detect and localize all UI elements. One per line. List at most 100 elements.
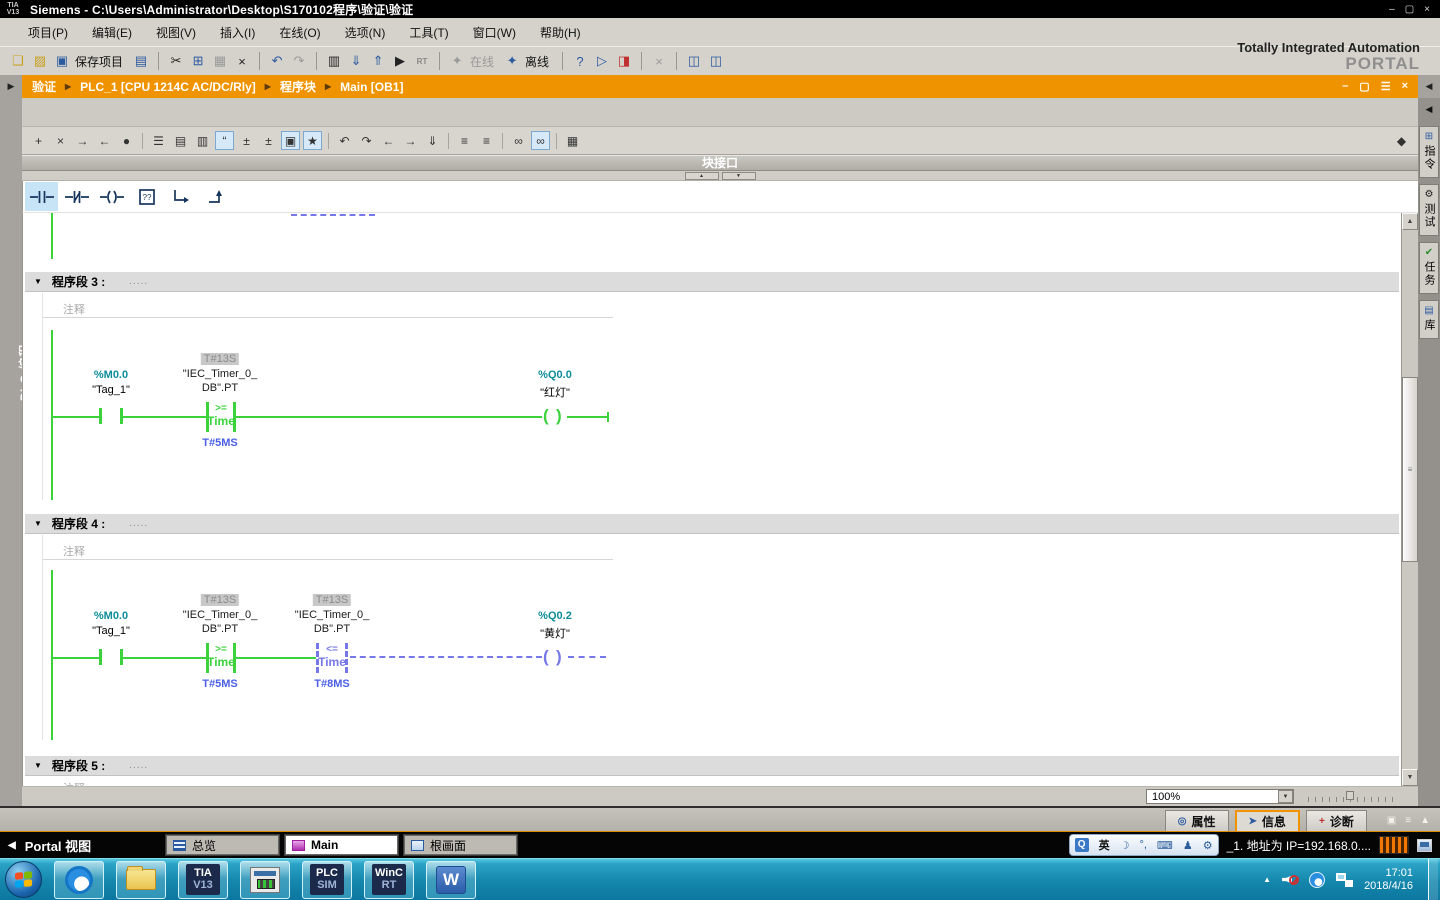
delete-row-icon[interactable]: ← — [95, 131, 114, 150]
redo-icon[interactable]: ↷ — [289, 51, 309, 71]
taskbar-plc-config[interactable] — [240, 861, 290, 899]
network-title-icon[interactable]: ▥ — [193, 131, 212, 150]
delete-icon[interactable]: × — [232, 51, 252, 71]
compare-value[interactable]: T#8MS — [314, 678, 349, 690]
menu-help[interactable]: 帮助(H) — [528, 21, 593, 44]
open-project-icon[interactable]: ▨ — [30, 51, 50, 71]
compare-value[interactable]: T#5MS — [202, 678, 237, 690]
ime-toolbar[interactable]: Q 英 ☽ °, ⌨ ♟ ⚙ — [1069, 834, 1219, 856]
menu-view[interactable]: 视图(V) — [144, 21, 208, 44]
accessible-devices-icon[interactable]: ? — [570, 51, 590, 71]
compare-operand-line1[interactable]: "IEC_Timer_0_ — [183, 609, 257, 621]
insert-row-icon[interactable]: → — [73, 131, 92, 150]
block-interface-header[interactable]: 块接口 — [22, 155, 1418, 171]
collapse-right-panel-icon[interactable]: ◀ — [1418, 75, 1440, 98]
close-branch-icon[interactable] — [200, 182, 233, 211]
zoom-level-select[interactable]: 100% ▼ — [1146, 789, 1294, 804]
coil-tag[interactable]: "黄灯" — [540, 625, 570, 641]
tab-properties[interactable]: ◎ 属性 — [1165, 810, 1229, 831]
network-4-header[interactable]: ▼ 程序段 4 : ..... — [25, 514, 1399, 534]
zoom-slider-thumb[interactable] — [1346, 791, 1354, 800]
collapse-pane-icon[interactable]: ▲ — [1420, 815, 1430, 826]
menu-tools[interactable]: 工具(T) — [397, 21, 460, 44]
compare-value[interactable]: T#5MS — [202, 437, 237, 449]
show-absolute-operands-icon[interactable]: ☰ — [149, 131, 168, 150]
breadcrumb-main-ob1[interactable]: Main [OB1] — [340, 80, 403, 94]
network-4-title-placeholder[interactable]: ..... — [129, 518, 148, 529]
restore-icon[interactable]: ▢ — [1405, 4, 1414, 15]
collapse-right-panel-icon[interactable]: ◀ — [1426, 98, 1433, 120]
coil-right-icon[interactable]: ) — [556, 407, 562, 424]
contact-bar[interactable] — [99, 649, 102, 665]
taskbar-file-explorer[interactable] — [116, 861, 166, 899]
coil-icon[interactable] — [95, 182, 128, 211]
start-sim-icon[interactable]: ▷ — [592, 51, 612, 71]
favorites-toggle-icon[interactable]: ★ — [303, 131, 322, 150]
box-io-toggle-icon[interactable]: ▣ — [281, 131, 300, 150]
go-offline-icon[interactable]: ✦ — [502, 51, 522, 71]
lang-cn-en-icon[interactable]: 英 — [1099, 837, 1110, 853]
coil-left-icon[interactable]: ( — [543, 648, 549, 665]
network-sequence-icon[interactable]: ▤ — [171, 131, 190, 150]
contact-tag[interactable]: "Tag_1" — [92, 625, 130, 637]
network-status-icon[interactable] — [1336, 873, 1353, 887]
menu-options[interactable]: 选项(N) — [333, 21, 398, 44]
compare-datatype[interactable]: Time — [207, 655, 235, 669]
start-cpu-icon[interactable]: ▶ — [390, 51, 410, 71]
next-error-icon[interactable]: ↷ — [357, 131, 376, 150]
call-structure-icon[interactable]: ▦ — [563, 131, 582, 150]
compare-operand-line2[interactable]: DB".PT — [202, 382, 238, 394]
compare-symbol[interactable]: >= — [215, 403, 227, 414]
tab-info[interactable]: ➤ 信息 — [1235, 810, 1300, 831]
editor-close-icon[interactable]: × — [1402, 80, 1408, 93]
open-branch-icon[interactable] — [165, 182, 198, 211]
network-3-header[interactable]: ▼ 程序段 3 : ..... — [25, 272, 1399, 292]
editor-button-overview[interactable]: 总览 — [166, 835, 279, 855]
comments-toggle-icon[interactable]: “ — [215, 131, 234, 150]
float-pane-icon[interactable]: ▣ — [1387, 815, 1396, 826]
compare-operand-line1[interactable]: "IEC_Timer_0_ — [183, 368, 257, 380]
split-horizontal-icon[interactable]: ◫ — [684, 51, 704, 71]
taskbar-tia-portal[interactable]: TIAV13 — [178, 861, 228, 899]
zoom-slider[interactable] — [1308, 791, 1396, 803]
network-5-title-placeholder[interactable]: ..... — [129, 760, 148, 771]
rt-icon[interactable]: RT — [412, 51, 432, 71]
ime-settings-icon[interactable]: ⚙ — [1203, 839, 1213, 852]
menu-edit[interactable]: 编辑(E) — [80, 21, 144, 44]
tray-expand-icon[interactable]: ▲ — [1263, 875, 1271, 884]
cut-icon[interactable]: ✂ — [166, 51, 186, 71]
coil-address[interactable]: %Q0.2 — [538, 610, 572, 622]
save-project-icon[interactable]: ▣ — [52, 51, 72, 71]
taskbar-plcsim[interactable]: PLCSIM — [302, 861, 352, 899]
minimize-icon[interactable]: – — [1389, 4, 1395, 15]
insert-network-icon[interactable]: + — [29, 131, 48, 150]
taskbar-clock[interactable]: 17:01 2018/4/16 — [1364, 867, 1413, 893]
collapse-all-icon[interactable]: ± — [259, 131, 278, 150]
go-offline-label[interactable]: 离线 — [525, 53, 549, 70]
update-block-call-icon[interactable]: ⇓ — [423, 131, 442, 150]
go-online-icon[interactable]: ✦ — [447, 51, 467, 71]
vertical-scrollbar[interactable]: ▲ ≡ ▼ — [1401, 213, 1418, 786]
compare-operand-line2[interactable]: DB".PT — [202, 623, 238, 635]
scroll-down-icon[interactable]: ▼ — [1402, 769, 1418, 786]
goto-next-icon[interactable]: → — [401, 131, 420, 150]
coil-left-icon[interactable]: ( — [543, 407, 549, 424]
status-display-off-icon[interactable]: ≡ — [477, 131, 496, 150]
ime-logo-icon[interactable]: Q — [1075, 838, 1089, 852]
network-5-title[interactable]: 程序段 5 : — [52, 757, 105, 774]
coil-right-icon[interactable]: ) — [556, 648, 562, 665]
coil-address[interactable]: %Q0.0 — [538, 369, 572, 381]
splitter-down-icon[interactable]: ▼ — [722, 172, 756, 180]
fullwidth-icon[interactable]: ☽ — [1120, 839, 1130, 852]
delete-network-icon[interactable]: × — [51, 131, 70, 150]
collapse-network-icon[interactable]: ▼ — [34, 277, 42, 286]
start-button[interactable] — [5, 861, 42, 898]
soft-keyboard-icon[interactable]: ⌨ — [1157, 839, 1173, 852]
stop-sim-icon[interactable]: ◨ — [614, 51, 634, 71]
download-icon[interactable]: ⇓ — [346, 51, 366, 71]
pane-list-icon[interactable]: ≡ — [1405, 815, 1411, 826]
paste-icon[interactable]: ▦ — [210, 51, 230, 71]
compare-operand-line2[interactable]: DB".PT — [314, 623, 350, 635]
breadcrumb-plc[interactable]: PLC_1 [CPU 1214C AC/DC/Rly] — [80, 80, 256, 94]
save-project-label[interactable]: 保存项目 — [75, 53, 123, 70]
